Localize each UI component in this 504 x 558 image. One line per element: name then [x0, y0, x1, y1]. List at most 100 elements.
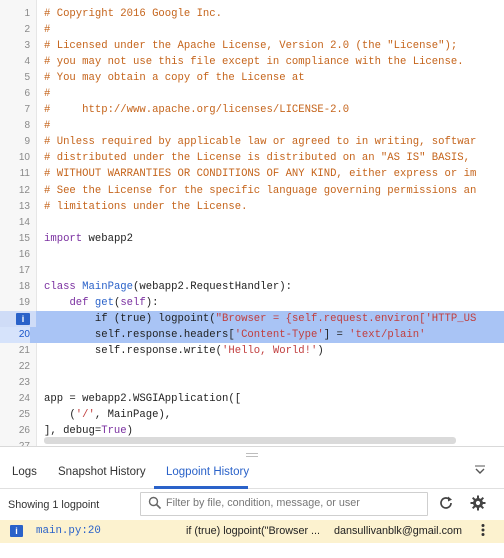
grip-icon[interactable]: [246, 453, 258, 457]
code-line[interactable]: 7 # http://www.apache.org/licenses/LICENS…: [0, 102, 504, 118]
code-token: get: [94, 296, 114, 309]
line-number[interactable]: 8: [0, 118, 30, 134]
code-line[interactable]: 13 # limitations under the License.: [0, 199, 504, 215]
code-line[interactable]: 23: [0, 375, 504, 391]
code-text: # See the License for the specific langu…: [44, 183, 476, 199]
code-token: if (true) logpoint(: [44, 312, 216, 325]
line-number[interactable]: 21: [0, 343, 30, 359]
code-line[interactable]: 18 class MainPage(webapp2.RequestHandler)…: [0, 279, 504, 295]
code-token: self.response.write(: [44, 344, 223, 357]
code-token: , MainPage),: [94, 409, 172, 422]
code-token: # Copyright 2016 Google Inc.: [44, 8, 223, 20]
code-token: True: [101, 425, 127, 438]
code-line[interactable]: 9 # Unless required by applicable law or …: [0, 134, 504, 150]
code-line[interactable]: 2 #: [0, 22, 504, 38]
code-line[interactable]: 1 # Copyright 2016 Google Inc.: [0, 6, 504, 22]
code-line[interactable]: 14: [0, 215, 504, 231]
code-line[interactable]: 25 ('/', MainPage),: [0, 407, 504, 423]
code-text: if (true) logpoint("Browser = {self.requ…: [44, 311, 476, 327]
line-number[interactable]: 10: [0, 150, 30, 166]
more-vert-icon[interactable]: [480, 523, 486, 537]
line-number[interactable]: 1: [0, 6, 30, 22]
code-token: ): [126, 425, 134, 438]
line-number[interactable]: 27: [0, 439, 30, 446]
code-lines: 1 # Copyright 2016 Google Inc. 2 #3 # Licens…: [0, 6, 504, 446]
code-line[interactable]: 16: [0, 247, 504, 263]
logpoint-line[interactable]: i if (true) logpoint("Browser = {self.re…: [0, 310, 504, 327]
code-line[interactable]: 8 #: [0, 118, 504, 134]
logpoint-location-link[interactable]: main.py:20: [36, 525, 101, 537]
line-number[interactable]: 12: [0, 183, 30, 199]
code-token: # limitations under the License.: [44, 200, 248, 213]
tab-snapshot-history[interactable]: Snapshot History: [58, 466, 146, 478]
code-token: (webapp2.RequestHandler):: [133, 280, 292, 293]
code-token: class: [44, 280, 76, 293]
line-number[interactable]: 13: [0, 199, 30, 215]
code-token: #: [44, 88, 51, 101]
code-line[interactable]: 20 self.response.headers['Content-Type']…: [0, 326, 504, 343]
line-number[interactable]: 18: [0, 279, 30, 295]
refresh-icon[interactable]: [438, 495, 454, 511]
line-number[interactable]: 26: [0, 423, 30, 439]
code-token: ], debug=: [44, 425, 102, 438]
code-line[interactable]: 22: [0, 359, 504, 375]
code-token: #: [44, 120, 51, 133]
line-number[interactable]: 6: [0, 86, 30, 102]
code-line[interactable]: 15 import webapp2: [0, 231, 504, 247]
code-line[interactable]: 24 app = webapp2.WSGIApplication([: [0, 391, 504, 407]
line-number[interactable]: 22: [0, 359, 30, 375]
line-number[interactable]: 17: [0, 263, 30, 279]
line-number[interactable]: 9: [0, 134, 30, 150]
line-number[interactable]: 7: [0, 102, 30, 118]
code-line[interactable]: 17: [0, 263, 504, 279]
gear-icon[interactable]: [470, 495, 486, 511]
tab-logs[interactable]: Logs: [12, 466, 37, 478]
code-line[interactable]: 19 def get(self):: [0, 295, 504, 311]
code-line[interactable]: 4 # you may not use this file except in c…: [0, 54, 504, 70]
line-number[interactable]: 11: [0, 166, 30, 182]
code-line[interactable]: 11 # WITHOUT WARRANTIES OR CONDITIONS OF …: [0, 166, 504, 182]
code-line[interactable]: 3 # Licensed under the Apache License, Ve…: [0, 38, 504, 54]
code-editor[interactable]: 1 # Copyright 2016 Google Inc. 2 #3 # Licens…: [0, 0, 504, 447]
code-token: ): [317, 344, 324, 357]
code-token: ] =: [323, 328, 350, 341]
code-token: 'Content-Type': [234, 328, 324, 341]
code-token: # WITHOUT WARRANTIES OR CONDITIONS OF AN…: [44, 168, 477, 181]
code-text: # limitations under the License.: [44, 199, 247, 215]
logpoint-count: Showing 1 logpoint: [8, 499, 100, 511]
line-number[interactable]: 19: [0, 295, 30, 311]
line-number[interactable]: 20: [0, 326, 30, 343]
code-line[interactable]: 6 #: [0, 86, 504, 102]
logpoint-marker-icon[interactable]: i: [16, 312, 30, 325]
code-token: import: [44, 232, 83, 245]
code-text: # distributed under the License is distr…: [44, 150, 470, 166]
code-token: def: [69, 296, 89, 309]
line-number[interactable]: 15: [0, 231, 30, 247]
bottom-panel-tabs: Logs Snapshot History Logpoint History: [0, 458, 504, 489]
line-number[interactable]: 23: [0, 375, 30, 391]
line-number[interactable]: 4: [0, 54, 30, 70]
line-number[interactable]: 2: [0, 22, 30, 38]
code-line[interactable]: 21 self.response.write('Hello, World!'): [0, 343, 504, 359]
line-number[interactable]: 25: [0, 407, 30, 423]
code-line[interactable]: 5 # You may obtain a copy of the License …: [0, 70, 504, 86]
code-token: # distributed under the License is distr…: [44, 152, 470, 165]
search-icon: [148, 496, 162, 510]
code-text: def get(self):: [44, 295, 158, 311]
code-text: # Licensed under the Apache License, Ver…: [44, 38, 457, 54]
code-line[interactable]: 10 # distributed under the License is dis…: [0, 150, 504, 166]
code-text: # WITHOUT WARRANTIES OR CONDITIONS OF AN…: [44, 166, 476, 182]
horizontal-scrollbar[interactable]: [44, 437, 456, 444]
line-number[interactable]: 24: [0, 391, 30, 407]
tab-logpoint-history[interactable]: Logpoint History: [166, 466, 249, 478]
code-text: app = webapp2.WSGIApplication([: [44, 391, 241, 407]
code-line[interactable]: 12 # See the License for the specific lan…: [0, 183, 504, 199]
code-token: # you may not use this file except in co…: [44, 56, 464, 69]
filter-input[interactable]: [166, 493, 422, 513]
chevron-down-icon[interactable]: [474, 464, 486, 476]
line-number[interactable]: 3: [0, 38, 30, 54]
line-number[interactable]: 14: [0, 215, 30, 231]
line-number[interactable]: 16: [0, 247, 30, 263]
line-number[interactable]: 5: [0, 70, 30, 86]
code-token: ):: [145, 296, 159, 309]
